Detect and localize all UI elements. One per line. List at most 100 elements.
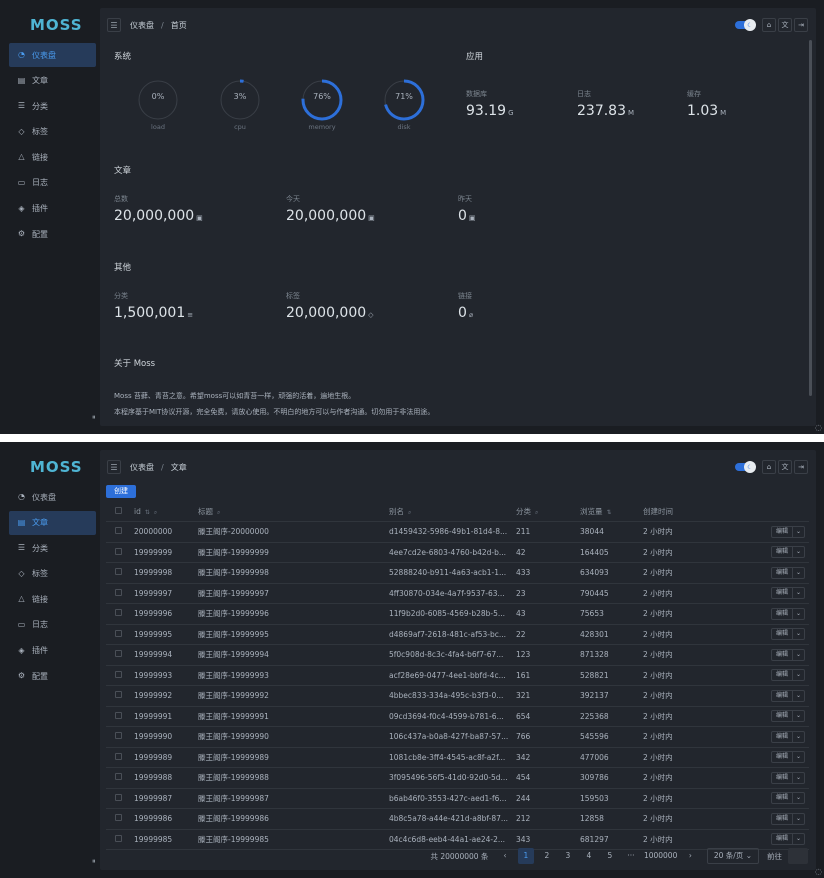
sidebar-item-links[interactable]: △ 链接 [9,587,96,611]
theme-toggle[interactable]: ☾ [735,19,756,31]
col-title[interactable]: 标题 ⌕ [198,506,389,517]
table-row[interactable]: 19999992 滕王阁序-19999992 4bbec833-334a-495c-… [106,686,809,707]
theme-toggle[interactable]: ☾ [735,461,756,473]
chevron-down-icon[interactable]: ⌄ [793,568,804,578]
translate-icon[interactable]: 文 [778,18,792,32]
chevron-down-icon[interactable]: ⌄ [793,793,804,803]
sidebar-item-plugins[interactable]: ◈ 插件 [9,197,96,221]
sidebar-item-dashboard[interactable]: ◔ 仪表盘 [9,485,96,509]
breadcrumb-item[interactable]: 仪表盘 [130,20,154,31]
create-button[interactable]: 创建 [106,485,136,498]
chevron-down-icon[interactable]: ⌄ [793,650,804,660]
table-row[interactable]: 19999996 滕王阁序-19999996 11f9b2d0-6085-4569-… [106,604,809,625]
edit-button[interactable]: 编辑 [772,649,793,660]
home-icon[interactable]: ⌂ [762,18,776,32]
collapse-icon[interactable]: ⏸ [92,413,96,422]
table-row[interactable]: 19999985 滕王阁序-19999985 04c4c6d8-eeb4-44a1-… [106,830,809,850]
select-all-checkbox[interactable] [115,507,122,514]
table-row[interactable]: 19999997 滕王阁序-19999997 4ff30870-034e-4a7f-… [106,584,809,604]
menu-toggle-icon[interactable]: ☰ [107,460,121,474]
sort-icon[interactable]: ⇅ [145,509,150,516]
chevron-down-icon[interactable]: ⌄ [793,752,804,762]
table-row[interactable]: 19999991 滕王阁序-19999991 09cd3694-f0c4-4599-… [106,707,809,727]
edit-button[interactable]: 编辑 [772,629,793,640]
logout-icon[interactable]: ⇥ [794,460,808,474]
sidebar-item-plugins[interactable]: ◈ 插件 [9,639,96,663]
goto-page-input[interactable] [788,848,808,864]
feedback-icon[interactable]: ◌ [815,423,822,432]
search-icon[interactable]: ⌕ [217,509,220,516]
page-number[interactable]: 2 [539,848,555,864]
row-checkbox[interactable] [115,752,122,760]
menu-toggle-icon[interactable]: ☰ [107,18,121,32]
table-row[interactable]: 19999998 滕王阁序-19999998 52888240-b911-4a63-… [106,563,809,584]
sidebar-item-logs[interactable]: ▭ 日志 [9,613,96,637]
chevron-down-icon[interactable]: ⌄ [793,629,804,639]
row-checkbox[interactable] [115,834,122,842]
table-row[interactable]: 19999990 滕王阁序-19999990 106c437a-b0a8-427f-… [106,727,809,748]
sidebar-item-settings[interactable]: ⚙ 配置 [9,664,96,688]
sidebar-item-links[interactable]: △ 链接 [9,145,96,169]
row-checkbox[interactable] [115,650,122,658]
table-row[interactable]: 19999987 滕王阁序-19999987 b6ab46f0-3553-427c-… [106,789,809,809]
logout-icon[interactable]: ⇥ [794,18,808,32]
edit-button[interactable]: 编辑 [772,752,793,763]
row-checkbox[interactable] [115,609,122,617]
chevron-down-icon[interactable]: ⌄ [793,547,804,557]
table-row[interactable]: 19999989 滕王阁序-19999989 1081cb8e-3ff4-4545-… [106,748,809,768]
row-checkbox[interactable] [115,588,122,596]
page-number[interactable]: 5 [602,848,618,864]
edit-button[interactable]: 编辑 [772,793,793,804]
col-id[interactable]: id ⇅ ⌕ [134,507,198,517]
page-number[interactable]: ··· [623,848,639,864]
chevron-down-icon[interactable]: ⌄ [793,527,804,537]
row-checkbox[interactable] [115,670,122,678]
row-checkbox[interactable] [115,773,122,781]
sidebar-item-tags[interactable]: ◇ 标签 [9,120,96,144]
home-icon[interactable]: ⌂ [762,460,776,474]
sidebar-item-categories[interactable]: ☰ 分类 [9,94,96,118]
chevron-down-icon[interactable]: ⌄ [793,711,804,721]
chevron-down-icon[interactable]: ⌄ [793,773,804,783]
table-row[interactable]: 19999995 滕王阁序-19999995 d4869af7-2618-481c-… [106,625,809,645]
row-checkbox[interactable] [115,793,122,801]
edit-button[interactable]: 编辑 [772,731,793,742]
edit-button[interactable]: 编辑 [772,772,793,783]
row-checkbox[interactable] [115,547,122,555]
row-checkbox[interactable] [115,629,122,637]
prev-page-icon[interactable]: ‹ [497,848,513,864]
row-checkbox[interactable] [115,568,122,576]
row-checkbox[interactable] [115,527,122,535]
chevron-down-icon[interactable]: ⌄ [793,609,804,619]
chevron-down-icon[interactable]: ⌄ [793,834,804,844]
feedback-icon[interactable]: ◌ [815,867,822,876]
row-checkbox[interactable] [115,732,122,740]
table-row[interactable]: 19999999 滕王阁序-19999999 4ee7cd2e-6803-4760-… [106,543,809,563]
table-row[interactable]: 19999993 滕王阁序-19999993 acf28e69-0477-4ee1-… [106,666,809,686]
edit-button[interactable]: 编辑 [772,813,793,824]
app-logo[interactable]: MOSS [30,16,83,34]
edit-button[interactable]: 编辑 [772,588,793,599]
sidebar-item-settings[interactable]: ⚙ 配置 [9,222,96,246]
search-icon[interactable]: ⌕ [408,509,411,516]
sidebar-item-articles[interactable]: ▤ 文章 [9,69,96,93]
page-number[interactable]: 1 [517,848,534,864]
chevron-down-icon[interactable]: ⌄ [793,732,804,742]
row-checkbox[interactable] [115,814,122,822]
row-checkbox[interactable] [115,711,122,719]
next-page-icon[interactable]: › [682,848,698,864]
edit-button[interactable]: 编辑 [772,711,793,722]
search-icon[interactable]: ⌕ [154,509,157,516]
edit-button[interactable]: 编辑 [772,834,793,845]
sidebar-item-articles[interactable]: ▤ 文章 [9,510,96,535]
page-number[interactable]: 1000000 [644,848,677,864]
chevron-down-icon[interactable]: ⌄ [793,691,804,701]
translate-icon[interactable]: 文 [778,460,792,474]
table-row[interactable]: 20000000 滕王阁序-20000000 d1459432-5986-49b1-… [106,522,809,543]
sidebar-item-dashboard[interactable]: ◔ 仪表盘 [9,43,96,67]
col-category[interactable]: 分类 ⌕ [516,506,580,517]
edit-button[interactable]: 编辑 [772,547,793,558]
sidebar-item-tags[interactable]: ◇ 标签 [9,562,96,586]
chevron-down-icon[interactable]: ⌄ [793,670,804,680]
edit-button[interactable]: 编辑 [772,526,793,537]
